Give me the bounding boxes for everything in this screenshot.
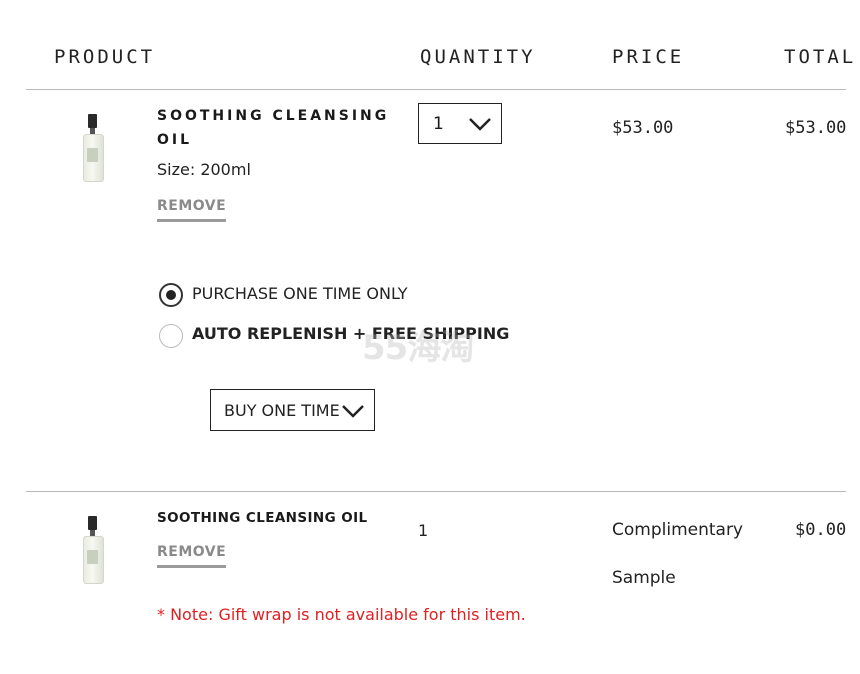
purchase-one-time-radio[interactable] [159,283,183,307]
chevron-down-icon [469,118,491,131]
product-image[interactable] [80,114,104,182]
header-divider [26,89,846,90]
sample-total: $0.00 [795,520,847,540]
header-quantity: QUANTITY [420,46,536,68]
sample-product-name[interactable]: SOOTHING CLEANSING OIL [157,510,368,526]
product-image[interactable] [80,516,104,584]
frequency-select[interactable]: BUY ONE TIME [210,389,375,431]
product-name[interactable]: SOOTHING CLEANSING OIL [157,104,389,152]
header-product: PRODUCT [54,46,156,68]
item-divider [26,491,846,492]
header-total: TOTAL [784,46,857,68]
product-size: Size: 200ml [157,160,251,179]
chevron-down-icon [342,405,364,418]
sample-price: Complimentary Sample [612,506,743,602]
auto-replenish-radio[interactable] [159,324,183,348]
quantity-select[interactable]: 1 [418,103,502,144]
sample-quantity: 1 [418,521,429,540]
remove-button[interactable]: REMOVE [157,198,227,222]
product-name-line1: SOOTHING CLEANSING [157,108,390,124]
sample-price-line1: Complimentary [612,520,743,540]
item-total: $53.00 [785,118,847,138]
sample-price-line2: Sample [612,568,676,588]
product-name-line2: OIL [157,132,193,148]
header-price: PRICE [612,46,685,68]
sample-remove-button[interactable]: REMOVE [157,544,227,568]
gift-wrap-note: * Note: Gift wrap is not available for t… [157,605,526,624]
watermark-logo: 55海淘 [362,328,474,368]
item-price: $53.00 [612,118,674,138]
frequency-value: BUY ONE TIME [224,401,340,420]
quantity-value: 1 [433,114,444,134]
purchase-one-time-label[interactable]: PURCHASE ONE TIME ONLY [192,284,408,303]
